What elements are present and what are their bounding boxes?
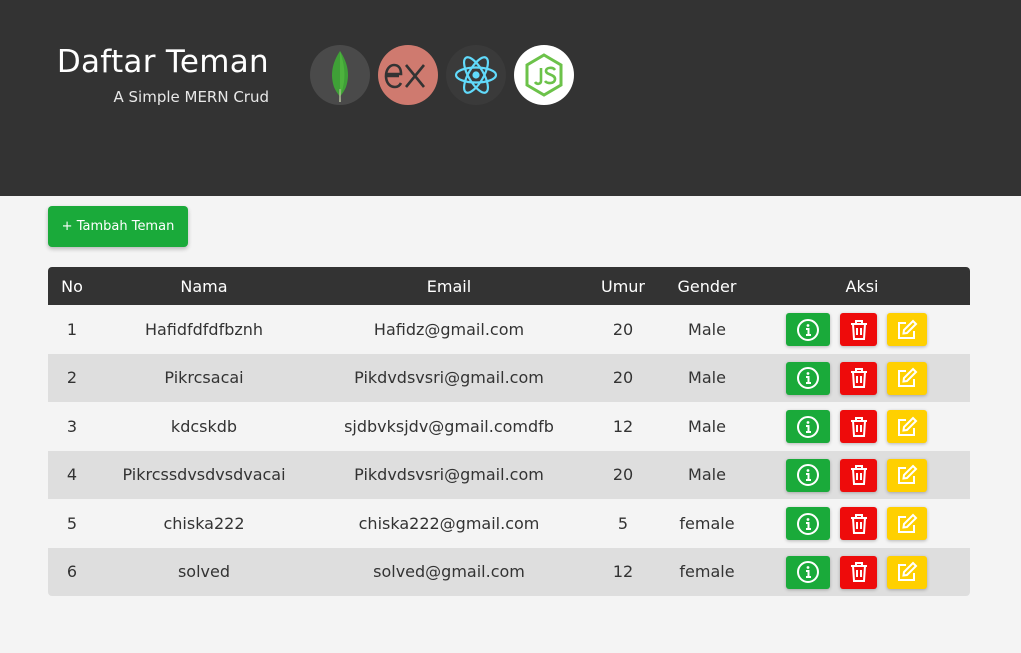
edit-icon [898,464,918,484]
info-button[interactable] [786,507,830,540]
express-logo [378,45,438,105]
trash-icon [850,368,867,388]
cell-no: 1 [66,319,78,339]
info-button[interactable] [786,361,830,395]
edit-button[interactable] [887,361,927,395]
edit-icon [898,416,918,436]
cell-umur: 20 [612,319,634,339]
table-row: 3 kdcskdb sjdbvksjdv@gmail.comdfb 12 Mal… [48,402,970,451]
edit-button[interactable] [887,313,927,346]
edit-button[interactable] [887,555,927,589]
edit-icon [898,513,918,533]
express-ex-icon [384,63,426,89]
table-row: 5 chiska222 chiska222@gmail.com 5 female [48,499,970,548]
edit-button[interactable] [887,458,927,492]
delete-button[interactable] [840,410,877,443]
cell-umur: 12 [612,416,634,436]
column-header-email: Email [426,276,472,296]
cell-umur: 20 [612,465,634,485]
cell-no: 5 [66,513,78,533]
trash-icon [850,562,867,582]
info-circle-icon [797,367,819,389]
cell-email: sjdbvksjdv@gmail.comdfb [344,416,554,436]
cell-no: 6 [66,562,78,582]
react-atom-icon [454,56,498,94]
edit-icon [898,561,918,581]
cell-umur: 20 [612,368,634,388]
cell-umur: 12 [612,562,634,582]
edit-icon [898,367,918,387]
cell-email: solved@gmail.com [373,562,525,582]
edit-button[interactable] [887,507,927,540]
trash-icon [850,416,867,437]
table-row: 6 solved solved@gmail.com 12 female [48,547,970,596]
cell-nama: Pikrcsacai [164,368,244,388]
info-circle-icon [797,415,819,438]
table-row: 4 Pikrcssdvsdvsdvacai Pikdvdsvsri@gmail.… [48,450,970,499]
cell-email: chiska222@gmail.com [358,513,540,533]
cell-gender: Male [688,416,726,436]
cell-gender: female [679,562,735,582]
cell-nama: chiska222 [163,513,245,533]
page-subtitle: A Simple MERN Crud [113,88,269,106]
column-header-gender: Gender [677,276,737,296]
cell-gender: Male [688,319,726,339]
info-button[interactable] [786,313,830,346]
info-circle-icon [797,318,819,341]
trash-icon [850,465,867,485]
nodejs-logo [514,45,574,105]
delete-button[interactable] [840,555,877,589]
delete-button[interactable] [840,507,877,540]
info-circle-icon [797,561,819,583]
delete-button[interactable] [840,313,877,346]
cell-gender: Male [688,368,726,388]
delete-button[interactable] [840,458,877,492]
cell-umur: 5 [617,513,629,533]
cell-no: 4 [66,465,78,485]
table-row: 2 Pikrcsacai Pikdvdsvsri@gmail.com 20 Ma… [48,353,970,402]
add-friend-label: + Tambah Teman [61,219,175,234]
info-button[interactable] [786,555,830,589]
cell-no: 3 [66,416,78,436]
column-header-no: No [61,276,83,296]
info-circle-icon [797,512,819,535]
cell-gender: female [679,513,735,533]
mongodb-leaf-icon [332,51,348,102]
trash-icon [850,319,867,340]
info-button[interactable] [786,458,830,492]
column-header-aksi: Aksi [845,276,879,296]
delete-button[interactable] [840,361,877,395]
edit-button[interactable] [887,410,927,443]
edit-icon [898,319,918,339]
add-friend-button[interactable]: + Tambah Teman [48,206,188,247]
cell-nama: Hafidfdfdfbznh [144,319,264,339]
cell-nama: Pikrcssdvsdvsdvacai [122,465,286,485]
cell-gender: Male [688,465,726,485]
info-circle-icon [797,464,819,486]
cell-email: Pikdvdsvsri@gmail.com [354,368,544,388]
react-logo [446,45,506,105]
info-button[interactable] [786,410,830,443]
table-header: No Nama Email Umur Gender Aksi [48,267,970,305]
cell-nama: kdcskdb [170,416,238,436]
nodejs-hexagon-icon [525,53,563,97]
mongodb-logo [310,45,370,105]
cell-email: Pikdvdsvsri@gmail.com [354,465,544,485]
page-title: Daftar Teman [56,44,269,80]
header: Daftar Teman A Simple MERN Crud [0,0,1021,196]
friends-table: No Nama Email Umur Gender Aksi 1 Hafidfd… [48,267,970,596]
trash-icon [850,513,867,534]
cell-nama: solved [177,562,231,582]
column-header-umur: Umur [600,276,645,296]
cell-email: Hafidz@gmail.com [373,319,525,339]
cell-no: 2 [66,368,78,388]
table-row: 1 Hafidfdfdfbznh Hafidz@gmail.com 20 Mal… [48,305,970,354]
column-header-nama: Nama [180,276,228,296]
